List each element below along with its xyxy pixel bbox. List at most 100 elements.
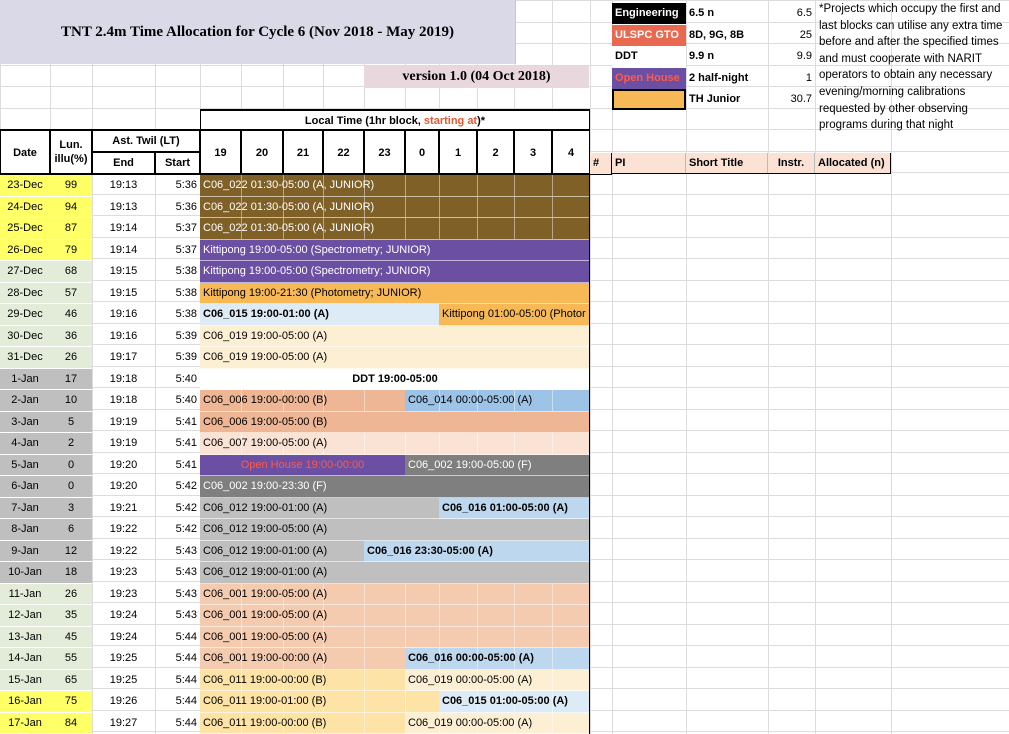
legend-detail-0: 6.5 n [689,7,715,19]
allocation-block[interactable]: Kittipong 19:00-21:30 (Photometry; JUNIO… [200,282,590,304]
hour-divider [552,433,553,454]
table-row[interactable]: 4-Jan 2 19:19 5:41 [0,433,200,455]
allocation-block[interactable]: C06_016 23:30-05:00 (A) [364,540,590,562]
allocation-block[interactable]: C06_002 19:00-05:00 (F) [405,454,590,476]
allocation-label: C06_019 00:00-05:00 (A) [408,673,533,686]
table-row[interactable]: 31-Dec 26 19:17 5:39 [0,347,200,369]
allocation-block[interactable]: C06_022 01:30-05:00 (A, JUNIOR) [200,175,590,197]
row-twilight-end: 19:22 [109,544,138,557]
allocation-label: C06_016 00:00-05:00 (A) [408,652,534,664]
allocation-block[interactable]: C06_006 19:00-00:00 (B) [200,390,405,412]
table-row[interactable]: 1-Jan 17 19:18 5:40 [0,368,200,390]
table-row[interactable]: 26-Dec 79 19:14 5:37 [0,239,200,261]
row-twilight-start: 5:36 [175,179,197,191]
table-row[interactable]: 2-Jan 10 19:18 5:40 [0,390,200,412]
table-row[interactable]: 30-Dec 36 19:16 5:39 [0,325,200,347]
row-twilight-end: 19:19 [109,437,138,449]
allocation-block[interactable]: C06_019 00:00-05:00 (A) [405,669,590,691]
row-date: 2-Jan [0,390,50,412]
row-twilight-end: 19:17 [109,351,138,363]
table-row[interactable]: 12-Jan 35 19:24 5:43 [0,605,200,627]
table-row[interactable]: 10-Jan 18 19:23 5:43 [0,562,200,584]
table-row[interactable]: 6-Jan 0 19:20 5:42 [0,476,200,498]
table-row[interactable]: 11-Jan 26 19:23 5:43 [0,583,200,605]
allocation-block[interactable]: C06_015 01:00-05:00 (A) [439,691,590,713]
allocation-block[interactable]: Kittipong 19:00-05:00 (Spectrometry; JUN… [200,239,590,261]
allocation-block[interactable]: C06_001 19:00-00:00 (A) [200,648,405,670]
allocation-block[interactable]: C06_015 19:00-01:00 (A) [200,304,439,326]
table-row[interactable]: 28-Dec 57 19:15 5:38 [0,282,200,304]
table-row[interactable]: 8-Jan 6 19:22 5:42 [0,519,200,541]
allocation-block[interactable]: C06_012 19:00-05:00 (A) [200,519,590,541]
row-twilight-end: 19:25 [109,673,138,686]
row-date: 15-Jan [0,669,50,691]
hour-header-2: 2 [477,130,514,174]
table-row[interactable]: 7-Jan 3 19:21 5:42 [0,497,200,519]
date-header: Date [0,130,50,174]
table-row[interactable]: 25-Dec 87 19:14 5:37 [0,218,200,240]
table-row[interactable]: 15-Jan 65 19:25 5:44 [0,669,200,691]
allocation-block[interactable]: C06_001 19:00-05:00 (A) [200,626,590,648]
allocation-block[interactable]: C06_011 19:00-00:00 (B) [200,669,405,691]
table-row[interactable]: 17-Jan 84 19:27 5:44 [0,712,200,734]
row-lunar-illumination: 65 [50,669,92,691]
hour-divider [477,175,478,196]
allocation-block[interactable]: Kittipong 19:00-05:00 (Spectrometry; JUN… [200,261,590,283]
table-row[interactable]: 29-Dec 46 19:16 5:38 [0,304,200,326]
table-row[interactable]: 23-Dec 99 19:13 5:36 [0,175,200,197]
allocation-block[interactable]: C06_019 00:00-05:00 (A) [405,712,590,734]
row-date: 24-Dec [0,196,50,218]
allocation-label: Kittipong 19:00-21:30 (Photometry; JUNIO… [203,286,422,299]
row-lunar-illumination: 17 [50,368,92,390]
row-twilight-end: 19:16 [109,329,138,342]
allocation-block[interactable]: C06_016 00:00-05:00 (A) [405,648,590,670]
allocation-block[interactable]: C06_019 19:00-05:00 (A) [200,347,590,369]
allocation-block[interactable]: C06_022 01:30-05:00 (A, JUNIOR) [200,196,590,218]
table-row[interactable]: 5-Jan 0 19:20 5:41 [0,454,200,476]
allocation-block[interactable]: C06_012 19:00-01:00 (A) [200,562,590,584]
allocation-label: Kittipong 19:00-05:00 (Spectrometry; JUN… [203,243,431,256]
allocation-block[interactable]: C06_001 19:00-05:00 (A) [200,605,590,627]
row-twilight-end: 19:13 [109,179,138,191]
row-twilight-start: 5:39 [175,329,197,342]
table-row[interactable]: 27-Dec 68 19:15 5:38 [0,261,200,283]
allocation-label: Kittipong 01:00-05:00 (Photor [442,308,586,320]
allocation-block[interactable]: C06_011 19:00-01:00 (B) [200,691,439,713]
row-twilight-start: 5:42 [175,523,197,535]
row-twilight-end: 19:18 [109,372,138,385]
table-row[interactable]: 24-Dec 94 19:13 5:36 [0,196,200,218]
border-line [890,153,891,174]
hour-divider [439,605,440,626]
spreadsheet[interactable]: TNT 2.4m Time Allocation for Cycle 6 (No… [0,0,1009,734]
allocation-block[interactable]: C06_016 01:00-05:00 (A) [439,497,590,519]
allocation-block[interactable]: C06_019 19:00-05:00 (A) [200,325,590,347]
table-row[interactable]: 14-Jan 55 19:25 5:44 [0,648,200,670]
legend-swatch-2: DDT [612,46,686,67]
allocation-block[interactable]: C06_007 19:00-05:00 (A) [200,433,590,455]
allocation-label: Kittipong 19:00-05:00 (Spectrometry; JUN… [203,265,431,277]
allocation-block[interactable]: C06_001 19:00-05:00 (A) [200,583,590,605]
table-row[interactable]: 3-Jan 5 19:19 5:41 [0,411,200,433]
table-row[interactable]: 13-Jan 45 19:24 5:44 [0,626,200,648]
hour-divider [364,691,365,712]
row-lunar-illumination: 2 [50,433,92,455]
hour-divider [405,433,406,454]
allocation-block[interactable]: C06_012 19:00-01:00 (A) [200,497,439,519]
sheet-title: TNT 2.4m Time Allocation for Cycle 6 (No… [0,0,516,64]
hour-divider [405,218,406,239]
hour-header-0: 0 [405,130,439,174]
allocation-block[interactable]: C06_011 19:00-00:00 (B) [200,712,405,734]
allocation-block[interactable]: DDT 19:00-05:00 [200,368,590,390]
allocation-block[interactable]: Kittipong 01:00-05:00 (Photor [439,304,590,326]
allocation-block[interactable]: C06_022 01:30-05:00 (A, JUNIOR) [200,218,590,240]
row-twilight-start: 5:42 [175,501,197,514]
row-lunar-illumination: 5 [50,411,92,433]
row-twilight-start: 5:44 [175,630,197,643]
table-row[interactable]: 9-Jan 12 19:22 5:43 [0,540,200,562]
allocation-block[interactable]: C06_006 19:00-05:00 (B) [200,411,590,433]
allocation-block[interactable]: C06_012 19:00-01:00 (A) [200,540,364,562]
allocation-block[interactable]: Open House 19:00-00:00 [200,454,405,476]
allocation-block[interactable]: C06_002 19:00-23:30 (F) [200,476,590,498]
allocation-block[interactable]: C06_014 00:00-05:00 (A) [405,390,590,412]
table-row[interactable]: 16-Jan 75 19:26 5:44 [0,691,200,713]
